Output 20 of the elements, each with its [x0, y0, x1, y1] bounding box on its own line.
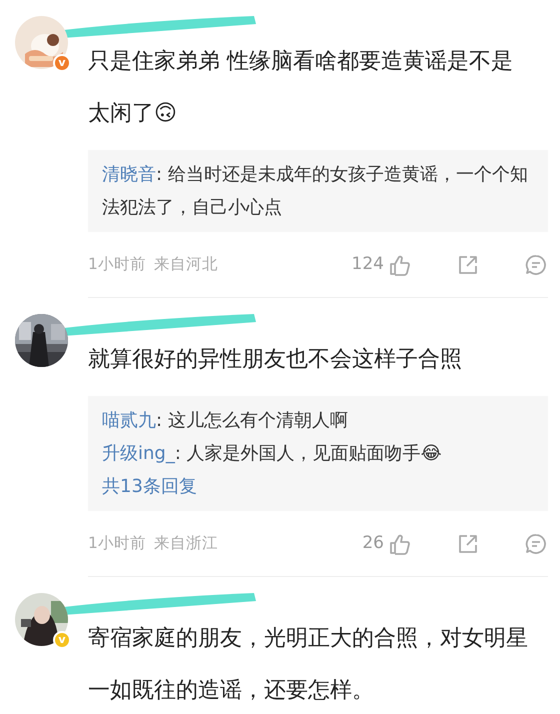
- comment-icon[interactable]: [524, 252, 548, 276]
- like-count: 124: [352, 252, 384, 276]
- verified-badge: v: [53, 631, 71, 649]
- timestamp: 1小时前: [88, 254, 146, 275]
- like-count: 26: [362, 532, 384, 555]
- location-text: 来自河北: [154, 254, 218, 275]
- verified-badge: v: [53, 54, 71, 72]
- reply-author[interactable]: 喵贰九: [102, 410, 156, 431]
- timestamp: 1小时前: [88, 532, 146, 554]
- location-text: 来自浙江: [154, 532, 218, 554]
- comment-text: 就算很好的异性朋友也不会这样子合照: [88, 346, 463, 374]
- comment-text: 只是住家弟弟 性缘脑看啥都要造黄谣是不是太闲了🙃: [88, 48, 514, 128]
- comment-text: 寄宿家庭的朋友，光明正大的合照，对女明星一如既往的造谣，还要怎样。: [88, 625, 529, 705]
- reply-author[interactable]: 升级ing_: [102, 443, 175, 464]
- reply-text: 清晓音: 给当时还是未成年的女孩子造黄谣，一个个知法犯法了，自己小心点: [102, 163, 529, 220]
- reply-text: 升级ing_: 人家是外国人，见面贴面吻手😂: [102, 442, 443, 466]
- reply-author[interactable]: 清晓音: [102, 164, 156, 185]
- more-replies-link[interactable]: 共13条回复: [102, 470, 534, 503]
- reply-text: 喵贰九: 这儿怎么有个清朝人啊: [102, 409, 349, 433]
- comment-icon[interactable]: [524, 532, 548, 556]
